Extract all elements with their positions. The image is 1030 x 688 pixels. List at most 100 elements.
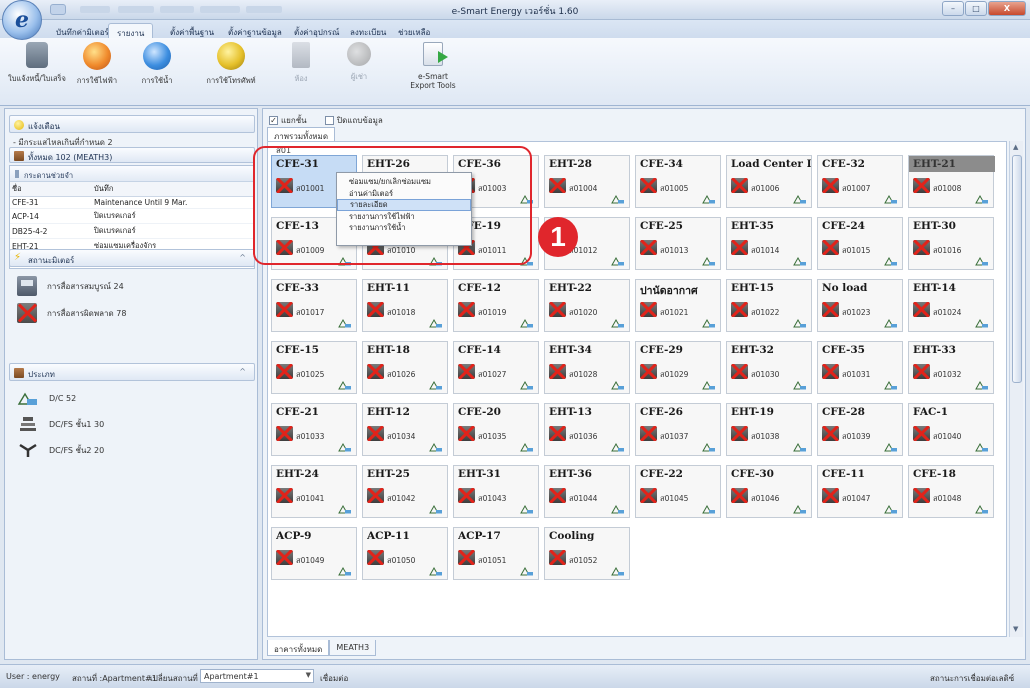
- meter-card[interactable]: CFE-32 ส01007: [817, 155, 903, 208]
- meter-card[interactable]: CFE-14 ส01027: [453, 341, 539, 394]
- connect-button[interactable]: เชื่อมต่อ: [320, 672, 348, 685]
- dc-meter-icon: [520, 504, 534, 514]
- ribbon-button-3[interactable]: การใช้โทรศัพท์: [200, 42, 262, 100]
- meter-card[interactable]: CFE-28 ส01039: [817, 403, 903, 456]
- meter-card[interactable]: ACP-11 ส01050: [362, 527, 448, 580]
- group-label[interactable]: ทั้งหมด 102 (MEATH3): [9, 147, 255, 163]
- vertical-scrollbar[interactable]: ▲ ▼: [1009, 141, 1023, 637]
- site-select[interactable]: Apartment#1 ▼: [200, 669, 314, 683]
- meter-card[interactable]: EHT-32 ส01030: [726, 341, 812, 394]
- meter-card[interactable]: EHT-18 ส01026: [362, 341, 448, 394]
- meter-card[interactable]: EHT-31 ส01043: [453, 465, 539, 518]
- meter-card-code: ส01006: [751, 184, 780, 193]
- memo-row[interactable]: CFE-31 Maintenance Until 9 Mar.: [10, 196, 254, 209]
- meter-card-code: ส01014: [751, 246, 780, 255]
- memo-col-name[interactable]: ชื่อ: [10, 182, 92, 197]
- meter-card[interactable]: EHT-34 ส01028: [544, 341, 630, 394]
- meter-card[interactable]: EHT-15 ส01022: [726, 279, 812, 332]
- meter-card[interactable]: Load Center D/C ส01006: [726, 155, 812, 208]
- close-button[interactable]: X: [988, 1, 1026, 16]
- meter-card[interactable]: Cooling ส01052: [544, 527, 630, 580]
- meter-card[interactable]: CFE-21 ส01033: [271, 403, 357, 456]
- ribbon-button-1[interactable]: การใช้ไฟฟ้า: [66, 42, 128, 100]
- meter-card-name: CFE-14: [458, 344, 501, 356]
- meter-card[interactable]: CFE-29 ส01029: [635, 341, 721, 394]
- comm-error-icon: [276, 426, 293, 441]
- meter-card[interactable]: ACP-9 ส01049: [271, 527, 357, 580]
- type-item[interactable]: D/C 52: [17, 387, 76, 409]
- meter-status-header[interactable]: ⚡ สถานะมิเตอร์ ^: [9, 249, 255, 267]
- type-item[interactable]: DC/FS ชั้น1 30: [17, 413, 104, 435]
- dc-meter-icon: [702, 442, 716, 452]
- meter-card[interactable]: EHT-21 ส01008: [908, 155, 995, 208]
- meter-card[interactable]: EHT-11 ส01018: [362, 279, 448, 332]
- ribbon-button-0[interactable]: ใบแจ้งหนี้/ใบเสร็จ: [6, 42, 68, 100]
- meter-card-code: ส01048: [933, 494, 962, 503]
- meter-card-code: ส01045: [660, 494, 689, 503]
- chevron-down-icon[interactable]: ▼: [306, 671, 311, 679]
- meter-card[interactable]: CFE-33 ส01017: [271, 279, 357, 332]
- meter-card[interactable]: ACP-17 ส01051: [453, 527, 539, 580]
- meter-card-name: EHT-30: [913, 220, 956, 232]
- scroll-up-icon[interactable]: ▲: [1013, 143, 1018, 151]
- meter-card[interactable]: EHT-19 ส01038: [726, 403, 812, 456]
- maximize-button[interactable]: □: [965, 1, 987, 16]
- building-tab-1[interactable]: MEATH3: [329, 640, 377, 656]
- tab-overview[interactable]: ภาพรวมทั้งหมด: [267, 127, 336, 141]
- meter-card[interactable]: CFE-34 ส01005: [635, 155, 721, 208]
- meter-card-code: ส01029: [660, 370, 689, 379]
- meter-card[interactable]: CFE-15 ส01025: [271, 341, 357, 394]
- meter-card-name: EHT-22: [549, 282, 592, 294]
- meter-status-item[interactable]: การสื่อสารผิดพลาด 78: [17, 302, 126, 324]
- meter-card[interactable]: CFE-12 ส01019: [453, 279, 539, 332]
- meter-card[interactable]: CFE-25 ส01013: [635, 217, 721, 270]
- meter-card[interactable]: EHT-24 ส01041: [271, 465, 357, 518]
- collapse-icon[interactable]: ^: [239, 253, 246, 262]
- minimize-button[interactable]: –: [942, 1, 964, 16]
- meter-card[interactable]: No load ส01023: [817, 279, 903, 332]
- meter-card[interactable]: CFE-18 ส01048: [908, 465, 994, 518]
- meter-card[interactable]: ปานัดอากาศ ส01021: [635, 279, 721, 332]
- meter-card[interactable]: EHT-28 ส01004: [544, 155, 630, 208]
- meter-card[interactable]: EHT-35 ส01014: [726, 217, 812, 270]
- meter-card[interactable]: EHT-22 ส01020: [544, 279, 630, 332]
- meter-card-code: ส01007: [842, 184, 871, 193]
- ribbon-button-6[interactable]: e-Smart Export Tools: [402, 42, 464, 100]
- ribbon-button-4[interactable]: ห้อง: [270, 42, 332, 100]
- scrollbar-thumb[interactable]: [1012, 155, 1022, 383]
- meter-card[interactable]: CFE-20 ส01035: [453, 403, 539, 456]
- meter-card[interactable]: CFE-30 ส01046: [726, 465, 812, 518]
- meter-card[interactable]: EHT-13 ส01036: [544, 403, 630, 456]
- type-header[interactable]: ประเภท ^: [9, 363, 255, 381]
- meter-status-item[interactable]: การสื่อสารสมบูรณ์ 24: [17, 275, 124, 297]
- meter-card[interactable]: EHT-33 ส01032: [908, 341, 994, 394]
- meter-card[interactable]: CFE-11 ส01047: [817, 465, 903, 518]
- dc-meter-icon: [520, 442, 534, 452]
- meter-card[interactable]: EHT-36 ส01044: [544, 465, 630, 518]
- ribbon-button-5[interactable]: ผู้เช่า: [328, 42, 390, 100]
- type-item[interactable]: DC/FS ชั้น2 20: [17, 439, 104, 461]
- meter-card[interactable]: CFE-24 ส01015: [817, 217, 903, 270]
- meter-card[interactable]: CFE-26 ส01037: [635, 403, 721, 456]
- ribbon-button-2[interactable]: การใช้น้ำ: [126, 42, 188, 100]
- meter-card[interactable]: FAC-1 ส01040: [908, 403, 994, 456]
- collapse-icon[interactable]: ^: [239, 367, 246, 376]
- memo-row[interactable]: DB25-4-2 ปิดเบรคเกอร์: [10, 223, 254, 239]
- meter-card[interactable]: EHT-30 ส01016: [908, 217, 994, 270]
- meter-card[interactable]: CFE-35 ส01031: [817, 341, 903, 394]
- meter-card[interactable]: CFE-22 ส01045: [635, 465, 721, 518]
- meter-card-code: ส01031: [842, 370, 871, 379]
- scroll-down-icon[interactable]: ▼: [1013, 625, 1018, 633]
- meter-card[interactable]: EHT-25 ส01042: [362, 465, 448, 518]
- app-logo-icon[interactable]: e: [2, 0, 42, 40]
- group-by-floor-checkbox[interactable]: ✓ แยกชั้น: [269, 114, 307, 127]
- ribbon-button-label: การใช้โทรศัพท์: [206, 76, 256, 85]
- building-tab-0[interactable]: อาคารทั้งหมด: [267, 640, 330, 656]
- memo-row[interactable]: ACP-14 ปิดเบรคเกอร์: [10, 208, 254, 224]
- meter-card[interactable]: EHT-12 ส01034: [362, 403, 448, 456]
- meter-card[interactable]: EHT-14 ส01024: [908, 279, 994, 332]
- memo-col-note[interactable]: บันทึก: [92, 182, 254, 197]
- meter-card-code: ส01017: [296, 308, 325, 317]
- hide-info-checkbox[interactable]: ปิดแถบข้อมูล: [325, 114, 383, 127]
- alert-header[interactable]: แจ้งเตือน: [9, 115, 255, 133]
